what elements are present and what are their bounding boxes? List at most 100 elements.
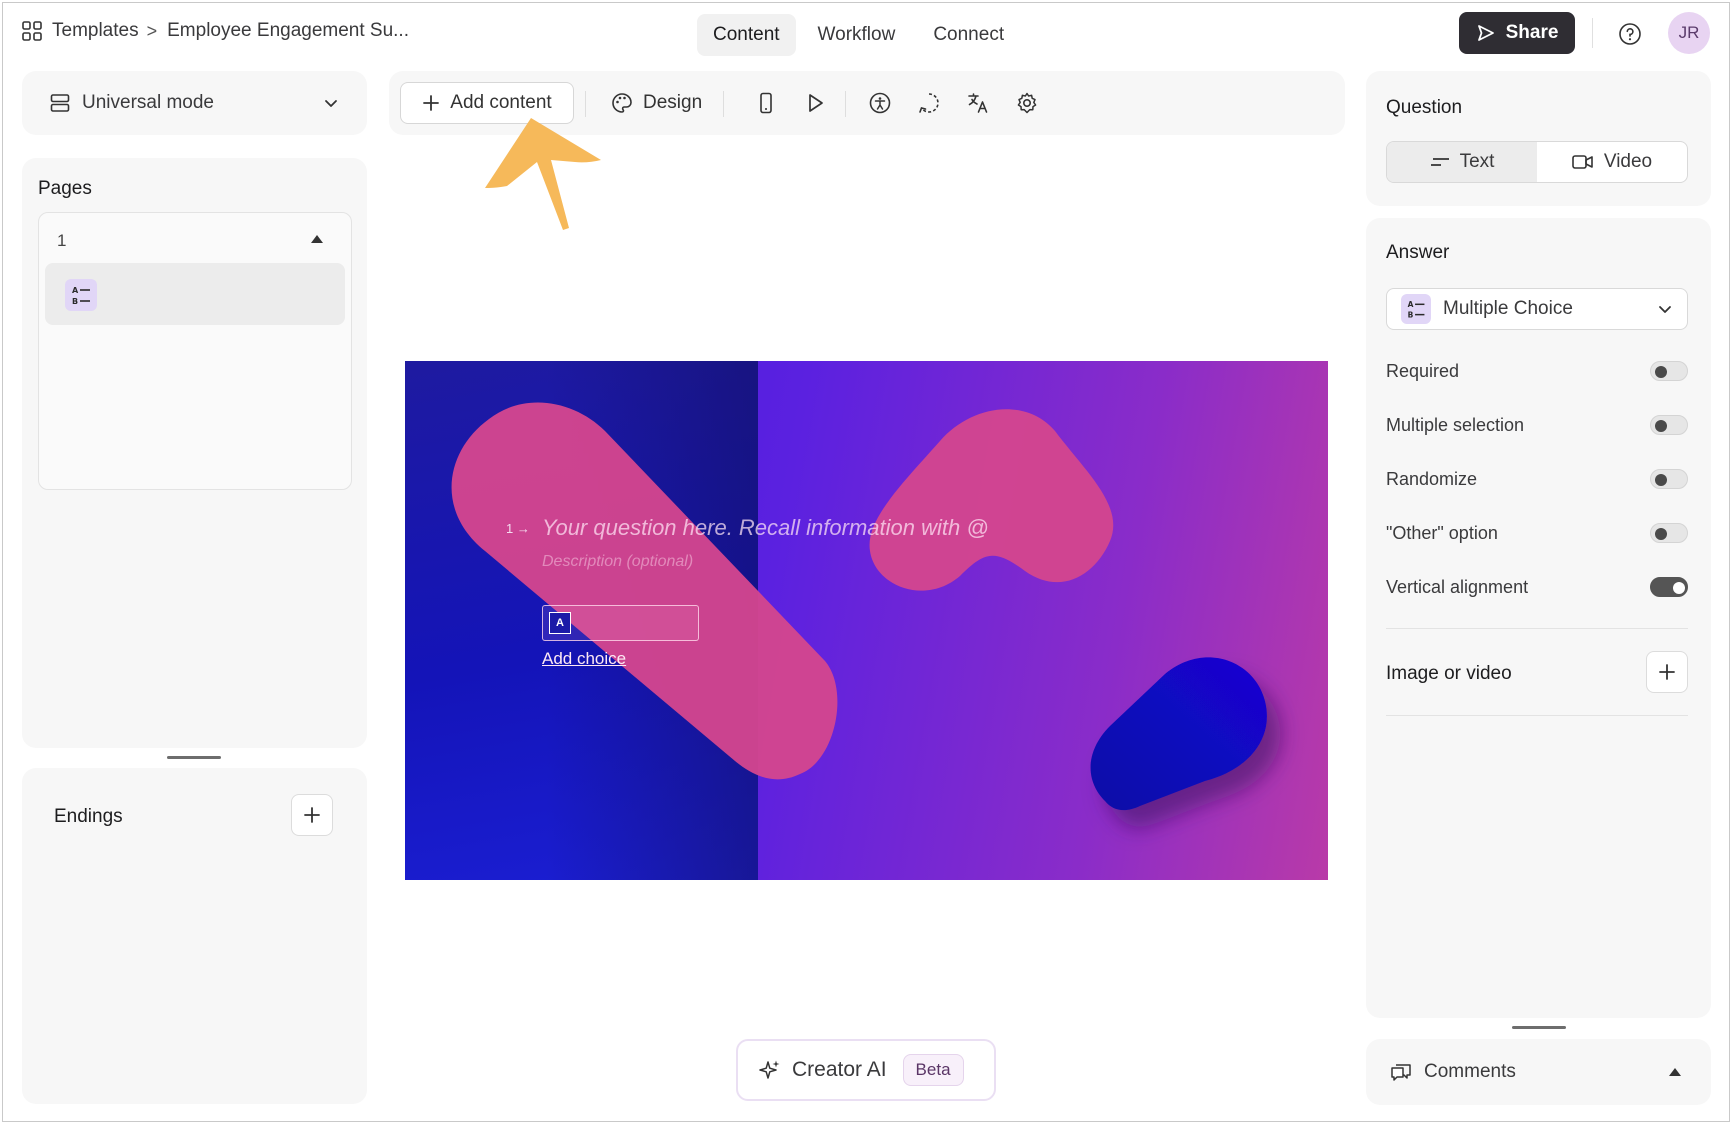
beta-badge: Beta [902, 1054, 964, 1086]
question-title-input[interactable]: Your question here. Recall information w… [542, 515, 989, 541]
option-multiple-selection-row: Multiple selection [1386, 410, 1688, 440]
templates-grid-icon[interactable] [22, 21, 42, 41]
universal-mode-icon [50, 94, 70, 112]
right-resize-handle[interactable] [1512, 1026, 1566, 1029]
video-camera-icon [1572, 155, 1593, 169]
plus-icon [1659, 664, 1675, 680]
design-button[interactable]: Design [611, 82, 702, 124]
randomize-toggle[interactable] [1650, 469, 1688, 489]
play-preview-icon[interactable] [803, 91, 827, 115]
question-canvas[interactable]: 1 → Your question here. Recall informati… [405, 361, 1328, 880]
settings-gear-icon[interactable] [1015, 91, 1039, 115]
tab-connect[interactable]: Connect [917, 14, 1020, 56]
question-description-input[interactable]: Description (optional) [542, 553, 693, 571]
endings-title: Endings [54, 806, 123, 827]
translate-icon[interactable] [966, 91, 990, 115]
share-send-icon [1477, 25, 1494, 41]
page-group: 1 A B [38, 212, 352, 490]
answer-section-title: Answer [1386, 242, 1450, 263]
multiple-choice-icon: A B [65, 279, 97, 311]
question-type-toggle: Text Video [1386, 141, 1688, 183]
logic-loop-icon[interactable] [917, 91, 941, 115]
page-number[interactable]: 1 [57, 231, 66, 251]
text-lines-icon [1430, 158, 1449, 166]
multiple-choice-icon: A B [1401, 294, 1431, 324]
breadcrumb: Templates > Employee Engagement Su... [22, 20, 409, 42]
other-option-toggle[interactable] [1650, 523, 1688, 543]
option-label: Randomize [1386, 468, 1478, 489]
mode-label: Universal mode [82, 92, 214, 113]
tab-content[interactable]: Content [697, 14, 796, 56]
left-resize-handle[interactable] [167, 756, 221, 759]
question-number: 1 → [506, 521, 530, 536]
option-label: Vertical alignment [1386, 576, 1529, 597]
header-divider [1592, 18, 1593, 48]
toolbar-divider [845, 91, 846, 117]
chevron-down-icon [1659, 306, 1671, 313]
svg-text:B: B [72, 297, 78, 306]
svg-text:B: B [1408, 310, 1414, 319]
collapse-caret-icon[interactable] [311, 235, 323, 243]
share-button[interactable]: Share [1459, 12, 1575, 54]
palette-icon [612, 93, 632, 113]
creator-ai-label: Creator AI [792, 1058, 887, 1081]
multiple-selection-toggle[interactable] [1650, 415, 1688, 435]
design-label: Design [643, 92, 703, 113]
svg-text:A: A [72, 286, 79, 295]
answer-settings-panel: Answer A B Multiple Choice Required Mult… [1366, 218, 1711, 1018]
toolbar-divider [723, 91, 724, 117]
mode-selector[interactable]: Universal mode [22, 71, 367, 135]
pages-panel: Pages 1 A B [22, 158, 367, 748]
text-label: Text [1459, 151, 1495, 172]
mobile-preview-icon[interactable] [754, 91, 778, 115]
option-label: Required [1386, 360, 1460, 381]
breadcrumb-current-form[interactable]: Employee Engagement Su... [167, 20, 409, 42]
video-label: Video [1603, 151, 1653, 172]
image-or-video-title: Image or video [1386, 663, 1512, 684]
chevron-down-icon [325, 100, 337, 107]
question-type-video[interactable]: Video [1537, 142, 1687, 182]
accessibility-icon[interactable] [868, 91, 892, 115]
answer-type-label: Multiple Choice [1443, 298, 1573, 319]
expand-caret-icon[interactable] [1669, 1068, 1681, 1076]
section-divider [1386, 628, 1688, 629]
option-other-row: "Other" option [1386, 518, 1688, 548]
page-question-item[interactable]: A B [45, 263, 345, 325]
add-ending-button[interactable] [291, 794, 333, 836]
comments-bubble-icon [1391, 1064, 1411, 1081]
option-randomize-row: Randomize [1386, 464, 1688, 494]
help-circle-icon[interactable] [1618, 22, 1642, 46]
creator-ai-button[interactable]: Creator AI Beta [736, 1039, 996, 1101]
user-avatar[interactable]: JR [1668, 12, 1710, 54]
option-vertical-alignment-row: Vertical alignment [1386, 572, 1688, 602]
pages-title: Pages [38, 178, 92, 199]
add-media-button[interactable] [1646, 651, 1688, 693]
question-type-text[interactable]: Text [1387, 142, 1537, 182]
section-divider [1386, 715, 1688, 716]
tab-workflow[interactable]: Workflow [802, 14, 912, 56]
choice-key-badge: A [549, 612, 571, 634]
required-toggle[interactable] [1650, 361, 1688, 381]
add-choice-link[interactable]: Add choice [542, 649, 626, 669]
question-settings-panel: Question Text Video [1366, 71, 1711, 206]
option-required-row: Required [1386, 356, 1688, 386]
question-section-title: Question [1386, 97, 1463, 118]
vertical-alignment-toggle[interactable] [1650, 577, 1688, 597]
plus-icon [304, 807, 320, 823]
plus-icon [423, 95, 440, 111]
comments-label: Comments [1424, 1061, 1516, 1082]
annotation-arrow [485, 118, 601, 230]
option-label: Multiple selection [1386, 414, 1525, 435]
choice-a-input[interactable]: A [542, 605, 699, 641]
breadcrumb-templates-link[interactable]: Templates [52, 20, 139, 42]
breadcrumb-separator: > [146, 20, 158, 41]
answer-type-select[interactable]: A B Multiple Choice [1386, 288, 1688, 330]
option-label: "Other" option [1386, 522, 1498, 543]
share-label: Share [1505, 22, 1559, 43]
svg-text:A: A [1408, 300, 1414, 309]
add-content-label: Add content [450, 92, 552, 113]
toolbar-divider [585, 91, 586, 117]
main-tabs: Content Workflow Connect [697, 14, 1020, 56]
comments-panel[interactable]: Comments [1366, 1039, 1711, 1105]
top-bar: Templates > Employee Engagement Su... Co… [0, 0, 1732, 66]
